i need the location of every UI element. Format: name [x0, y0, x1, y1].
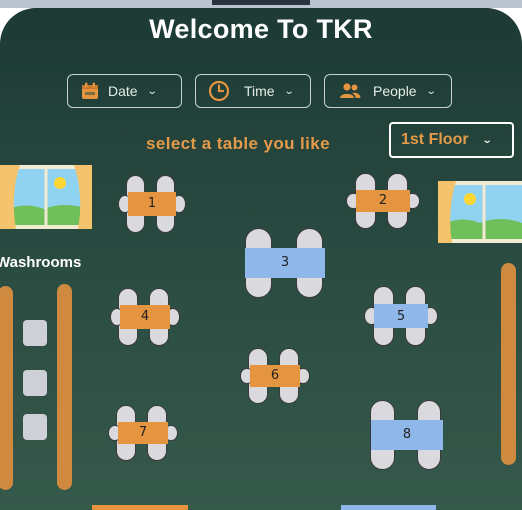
table-4[interactable]: 4 [110, 288, 180, 346]
table-number: 5 [374, 304, 428, 328]
date-select[interactable]: Date ⌄ [67, 74, 182, 108]
calendar-icon [82, 82, 98, 99]
washroom-stall[interactable] [23, 320, 47, 346]
clock-icon [208, 80, 230, 102]
table-number: 1 [127, 192, 177, 216]
people-label: People [373, 83, 417, 99]
people-icon [340, 83, 361, 98]
table-number: 8 [370, 420, 444, 450]
table-3[interactable]: 3 [240, 228, 330, 298]
top-strip [0, 0, 522, 8]
select-table-prompt: select a table you like [146, 134, 331, 153]
chevron-down-icon: ⌄ [146, 85, 158, 97]
washroom-wall-right [57, 284, 72, 490]
chevron-down-icon: ⌄ [425, 85, 437, 97]
washroom-stall[interactable] [23, 414, 47, 440]
table-number: 3 [245, 248, 325, 278]
table-6[interactable]: 6 [240, 348, 310, 404]
washroom-wall-left [0, 286, 13, 490]
floor-label: 1st Floor [401, 131, 469, 148]
chevron-down-icon: ⌄ [481, 134, 493, 146]
bottom-table-edge [341, 505, 436, 510]
window-right-icon [438, 181, 522, 243]
table-8[interactable]: 8 [366, 400, 448, 470]
table-1[interactable]: 1 [118, 175, 186, 233]
time-label: Time [244, 83, 275, 99]
table-number: 7 [117, 421, 169, 445]
table-number: 2 [356, 189, 410, 213]
table-7[interactable]: 7 [108, 405, 178, 461]
washroom-stall[interactable] [23, 370, 47, 396]
bottom-table-edge [92, 505, 188, 510]
app-screen: Welcome To TKR Date ⌄ Time ⌄ People ⌄ se… [0, 8, 522, 510]
date-label: Date [108, 83, 138, 99]
floor-select[interactable]: 1st Floor ⌄ [389, 122, 514, 158]
washrooms-label: Washrooms [0, 254, 82, 271]
people-select[interactable]: People ⌄ [324, 74, 452, 108]
time-select[interactable]: Time ⌄ [195, 74, 311, 108]
table-5[interactable]: 5 [364, 286, 438, 346]
right-wall [501, 263, 516, 465]
window-left-icon [0, 165, 92, 229]
top-strip-notch [212, 0, 310, 5]
table-number: 6 [249, 364, 301, 388]
table-number: 4 [119, 305, 171, 329]
page-title: Welcome To TKR [149, 14, 373, 44]
chevron-down-icon: ⌄ [283, 85, 295, 97]
table-2[interactable]: 2 [346, 173, 420, 229]
